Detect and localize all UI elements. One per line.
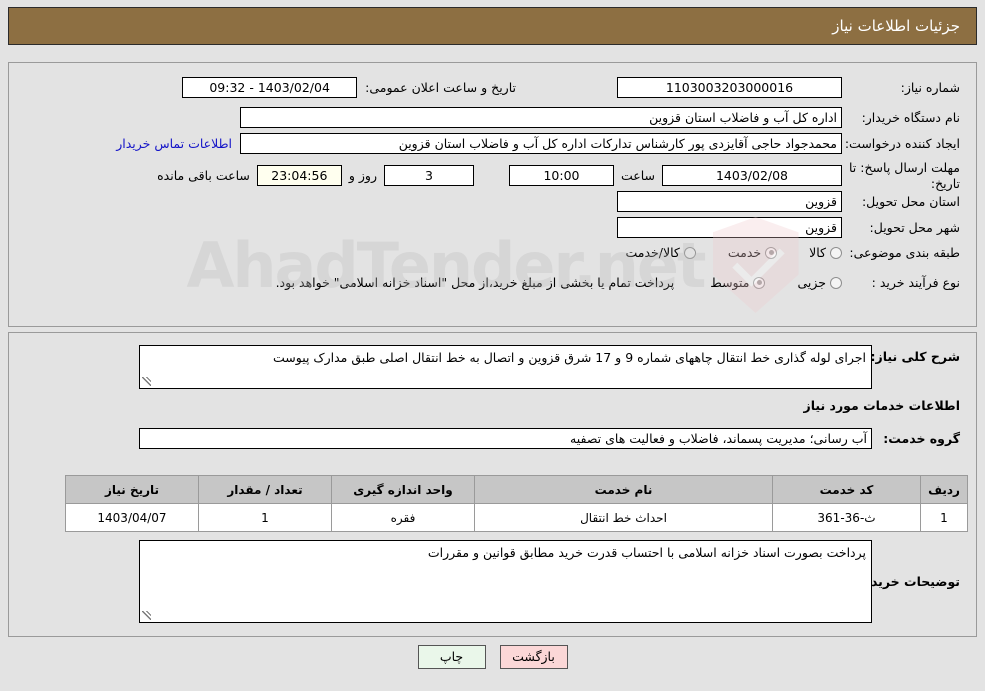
buyer-notes-value[interactable]: پرداخت بصورت اسناد خزانه اسلامی با احتسا…	[139, 540, 872, 623]
province-value: قزوین	[617, 191, 842, 212]
category-row: طبقه بندی موضوعی: کالا خدمت کالا/خدمت	[615, 245, 960, 261]
city-value: قزوین	[617, 217, 842, 238]
deadline-label: مهلت ارسال پاسخ: تا تاریخ:	[849, 160, 960, 191]
announce-datetime-label: تاریخ و ساعت اعلان عمومی:	[365, 79, 516, 95]
process-label: نوع فرآیند خرید :	[871, 275, 960, 290]
col-quantity: تعداد / مقدار	[198, 475, 332, 504]
general-desc-row: شرح کلی نیاز: اجرای لوله گذاری خط انتقال…	[139, 345, 960, 389]
process-option-jozi-label: جزیی	[797, 275, 826, 291]
col-need-date: تاریخ نیاز	[65, 475, 199, 504]
page-root: جزئیات اطلاعات نیاز AhadTender.net شماره…	[0, 0, 985, 691]
deadline-time-value: 10:00	[508, 165, 614, 187]
process-option-jozi[interactable]: جزیی	[787, 275, 842, 290]
city-label: شهر محل تحویل:	[869, 219, 960, 235]
general-desc-label: شرح کلی نیاز:	[870, 349, 960, 364]
col-code: کد خدمت	[772, 475, 921, 504]
footer-actions: بازگشت چاپ	[0, 645, 985, 669]
payment-note: پرداخت تمام یا بخشی از مبلغ خرید،از محل …	[275, 275, 675, 290]
need-summary-panel: شماره نیاز: 1103003203000016 تاریخ و ساع…	[8, 62, 977, 327]
col-radif: ردیف	[920, 475, 968, 504]
province-label: استان محل تحویل:	[861, 193, 960, 209]
cell-name: احداث خط انتقال	[474, 503, 773, 532]
radio-kala-khedmat-icon[interactable]	[683, 246, 696, 259]
announce-datetime-value: 1403/02/04 - 09:32	[182, 77, 358, 98]
service-group-row: گروه خدمت: آب رسانی؛ مدیریت پسماند، فاضل…	[139, 428, 960, 449]
category-option-kala-label: کالا	[809, 245, 826, 261]
creator-label: ایجاد کننده درخواست:	[844, 135, 960, 151]
buyer-org-row: نام دستگاه خریدار: اداره کل آب و فاضلاب …	[240, 107, 960, 128]
page-header: جزئیات اطلاعات نیاز	[8, 7, 977, 45]
category-option-khedmat[interactable]: خدمت	[718, 245, 778, 261]
service-group-value: آب رسانی؛ مدیریت پسماند، فاضلاب و فعالیت…	[139, 428, 872, 449]
cell-need-date: 1403/04/07	[65, 503, 199, 532]
buyer-contact-link[interactable]: اطلاعات تماس خریدار	[116, 136, 232, 151]
category-option-kala-khedmat[interactable]: کالا/خدمت	[615, 245, 696, 261]
process-type-row: نوع فرآیند خرید : جزیی متوسط پرداخت تمام…	[276, 275, 960, 291]
deadline-date-value: 1403/02/08	[662, 165, 842, 187]
process-option-motevaset-label: متوسط	[710, 275, 750, 291]
creator-value: محمدجواد حاجی آقایزدی پور کارشناس تدارکا…	[240, 133, 842, 154]
cell-unit: فقره	[331, 503, 475, 532]
need-details-panel: شرح کلی نیاز: اجرای لوله گذاری خط انتقال…	[8, 332, 977, 637]
category-option-kala[interactable]: کالا	[799, 245, 842, 260]
category-label: طبقه بندی موضوعی:	[849, 245, 960, 260]
service-group-label: گروه خدمت:	[883, 431, 960, 446]
need-number-value: 1103003203000016	[617, 77, 842, 98]
category-option-kala-khedmat-label: کالا/خدمت	[625, 245, 680, 261]
back-button[interactable]: بازگشت	[499, 645, 568, 669]
col-unit: واحد اندازه گیری	[331, 475, 475, 504]
remaining-days-value: 3	[383, 165, 474, 187]
city-row: شهر محل تحویل: قزوین	[617, 217, 960, 238]
announce-datetime-row: تاریخ و ساعت اعلان عمومی: 1403/02/04 - 0…	[182, 77, 516, 98]
deadline-row: مهلت ارسال پاسخ: تا تاریخ: 1403/02/08 سا…	[157, 160, 960, 191]
col-name: نام خدمت	[474, 475, 773, 504]
buyer-org-label: نام دستگاه خریدار:	[861, 109, 960, 125]
process-option-motevaset[interactable]: متوسط	[700, 275, 766, 291]
radio-motevaset-icon[interactable]	[753, 276, 766, 289]
cell-quantity: 1	[198, 503, 332, 532]
cell-code: ث-36-361	[772, 503, 921, 532]
radio-khedmat-icon[interactable]	[765, 246, 778, 259]
print-button[interactable]: چاپ	[417, 645, 486, 669]
buyer-org-value: اداره کل آب و فاضلاب استان قزوین	[240, 107, 842, 128]
table-header-row: ردیف کد خدمت نام خدمت واحد اندازه گیری ت…	[65, 475, 968, 504]
countdown-value: 23:04:56	[256, 165, 342, 187]
table-row: 1 ث-36-361 احداث خط انتقال فقره 1 1403/0…	[65, 503, 968, 532]
radio-jozi-icon[interactable]	[830, 276, 842, 289]
services-table: ردیف کد خدمت نام خدمت واحد اندازه گیری ت…	[65, 475, 968, 532]
services-info-heading: اطلاعات خدمات مورد نیاز	[803, 398, 961, 413]
need-number-label: شماره نیاز:	[900, 79, 960, 95]
buyer-notes-label: توضیحات خریدار:	[854, 574, 960, 589]
hour-label: ساعت	[620, 167, 655, 183]
services-info-heading-row: اطلاعات خدمات مورد نیاز	[804, 398, 961, 413]
need-number-row: شماره نیاز: 1103003203000016	[617, 77, 960, 98]
remaining-label: ساعت باقی مانده	[157, 167, 250, 183]
radio-kala-icon[interactable]	[830, 246, 842, 259]
category-option-khedmat-label: خدمت	[727, 245, 762, 261]
creator-row: ایجاد کننده درخواست: محمدجواد حاجی آقایز…	[116, 133, 960, 154]
cell-radif: 1	[920, 503, 968, 532]
province-row: استان محل تحویل: قزوین	[617, 191, 960, 212]
buyer-notes-row: توضیحات خریدار: پرداخت بصورت اسناد خزانه…	[139, 540, 960, 623]
page-title: جزئیات اطلاعات نیاز	[832, 17, 960, 35]
general-desc-value[interactable]: اجرای لوله گذاری خط انتقال چاههای شماره …	[139, 345, 872, 389]
days-label: روز و	[348, 167, 377, 183]
